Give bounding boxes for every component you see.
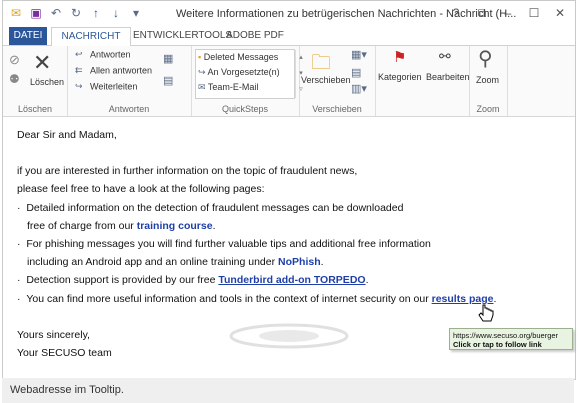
flag-icon[interactable]: ⚑ [393,48,406,66]
reply-button[interactable]: ↩ Antworten [75,49,131,61]
greeting: Dear Sir and Madam, [17,129,117,141]
actions-icon[interactable]: ▥▾ [351,82,367,95]
close-icon[interactable]: ✕ [553,6,567,21]
tab-entwicklertools[interactable]: ENTWICKLERTOOLS [133,27,232,45]
bullet: · [17,201,21,214]
group-loeschen: ⊘ ⚉ ✕ Löschen Löschen [3,46,68,116]
quickstep-label: Team-E-Mail [207,82,259,92]
group-zoom: ⚲ Zoom Zoom [469,46,508,116]
categories-button[interactable]: Kategorien [378,72,422,82]
up-arrow-icon[interactable]: ↑ [89,6,103,20]
forward-label: Weiterleiten [90,81,138,92]
link-tooltip: https://www.secuso.org/buerger Click or … [449,328,573,350]
save-icon[interactable]: ▣ [29,6,43,20]
nophish-link[interactable]: NoPhish [278,256,321,268]
ignore-icon[interactable]: ⊘ [9,52,20,68]
list-text: . [212,219,216,232]
meeting-icon[interactable]: ▦ [163,52,173,65]
tab-nachricht[interactable]: NACHRICHT [51,27,131,47]
quicksteps-gallery[interactable]: ▪ Deleted Messages ↪ An Vorgesetzte(n) ✉… [195,49,303,99]
intro-line-1: if you are interested in further informa… [17,165,358,178]
onenote-icon[interactable]: ▤ [351,66,361,79]
training-course-link[interactable]: training course [137,220,213,232]
torpedo-link[interactable]: Tunderbird add-on TORPEDO [218,274,365,286]
figure-caption: Webadresse im Tooltip. [2,378,574,403]
list-text: . [493,292,497,305]
title-bar: ✉ ▣ ↶ ↻ ↑ ↓ ▾ Weitere Informationen zu b… [3,1,575,27]
list-text: free of charge from our [27,219,137,232]
quickstep-label: An Vorgesetzte(n) [207,67,280,77]
tab-datei[interactable]: DATEI [9,27,47,45]
list-item: · For phishing messages you will find fu… [17,235,567,253]
down-arrow-icon[interactable]: ↓ [109,6,123,20]
group-label-quicksteps: QuickSteps [221,104,269,114]
junk-icon[interactable]: ⚉ [9,72,20,86]
list-text: . [365,274,369,287]
ribbon-tabs: DATEI NACHRICHT ENTWICKLERTOOLS ADOBE PD… [3,27,575,47]
list-item: · Detection support is provided by our f… [17,271,567,289]
bullet: · [17,292,21,305]
maximize-icon[interactable]: ☐ [527,6,541,21]
redo-icon[interactable]: ↻ [69,6,83,20]
tooltip-url: https://www.secuso.org/buerger [453,331,559,340]
help-icon[interactable]: ? [449,6,463,21]
quickstep-item[interactable]: ✉ Team-E-Mail [196,80,294,95]
group-antworten: ↩ Antworten ⇇ Allen antworten ↪ Weiterleite… [67,46,192,116]
group-label-loeschen: Löschen [17,104,53,114]
ribbon: ⊘ ⚉ ✕ Löschen Löschen ↩ Antworten ⇇ Allen … [3,46,575,117]
minimize-icon[interactable]: – [501,6,515,21]
move-button[interactable]: Verschieben [301,75,351,85]
delete-button[interactable]: Löschen [30,77,64,87]
reply-icon: ↩ [75,49,83,59]
tab-adobe-pdf[interactable]: ADOBE PDF [225,27,285,45]
list-item: · Detailed information on the detection … [17,199,567,217]
quickstep-label: Deleted Messages [203,52,279,62]
list-item-cont: including an Android app and an online t… [17,253,567,271]
group-kategorien: ⚑ Kategorien ⚯ Bearbeiten [375,46,470,116]
reply-all-button[interactable]: ⇇ Allen antworten [75,65,152,77]
binoculars-icon[interactable]: ⚯ [439,48,451,65]
reply-label: Antworten [90,49,131,60]
forward-mail-icon: ↪ [198,67,208,77]
mail-icon: ✉ [10,6,22,20]
outlook-message-window: ✉ ▣ ↶ ↻ ↑ ↓ ▾ Weitere Informationen zu b… [2,0,576,380]
group-verschieben: 🗀 Verschieben ▦▾ ▤ ▥▾ Verschieben [299,46,376,116]
group-label-zoom: Zoom [476,104,500,114]
more-respond-icon[interactable]: ▤ [163,74,173,87]
zoom-icon[interactable]: ⚲ [478,46,493,71]
undo-icon[interactable]: ↶ [49,6,63,20]
list-text: Detailed information on the detection of… [26,201,404,214]
edit-button[interactable]: Bearbeiten [426,72,470,82]
list-text: Detection support is provided by our fre… [26,274,219,287]
zoom-button[interactable]: Zoom [476,75,499,85]
list-item-cont: free of charge from our training course. [17,217,567,235]
list-text: . [320,256,324,269]
list-text: You can find more useful information and… [26,292,432,305]
group-label-verschieben: Verschieben [312,104,362,114]
group-quicksteps: ▪ Deleted Messages ↪ An Vorgesetzte(n) ✉… [191,46,303,116]
bullet: · [17,274,21,287]
results-page-link[interactable]: results page [432,293,494,305]
intro-line-2: please feel free to have a look at the f… [17,183,265,196]
customize-qat-icon[interactable]: ▾ [129,6,143,20]
bullet: · [17,238,21,251]
rules-icon[interactable]: ▦▾ [351,48,367,61]
forward-button[interactable]: ↪ Weiterleiten [75,81,137,93]
quickstep-item[interactable]: ▪ Deleted Messages [196,50,294,65]
ribbon-display-icon[interactable]: ⧉ [475,6,489,21]
team-mail-icon: ✉ [198,82,208,92]
reply-all-icon: ⇇ [75,65,83,75]
delete-icon[interactable]: ✕ [33,50,51,76]
quickstep-item[interactable]: ↪ An Vorgesetzte(n) [196,65,294,80]
forward-icon: ↪ [75,81,83,91]
list-text: For phishing messages you will find furt… [26,238,431,251]
quick-access-toolbar: ✉ ▣ ↶ ↻ ↑ ↓ ▾ [9,6,143,20]
hand-cursor-icon [478,304,494,322]
group-label-antworten: Antworten [108,104,150,114]
message-body: Dear Sir and Madam, if you are intereste… [17,126,567,362]
reply-all-label: Allen antworten [90,65,153,76]
tooltip-hint: Click or tap to follow link [453,340,542,349]
list-text: including an Android app and an online t… [27,256,279,269]
window-controls: ? ⧉ – ☐ ✕ [449,6,567,21]
